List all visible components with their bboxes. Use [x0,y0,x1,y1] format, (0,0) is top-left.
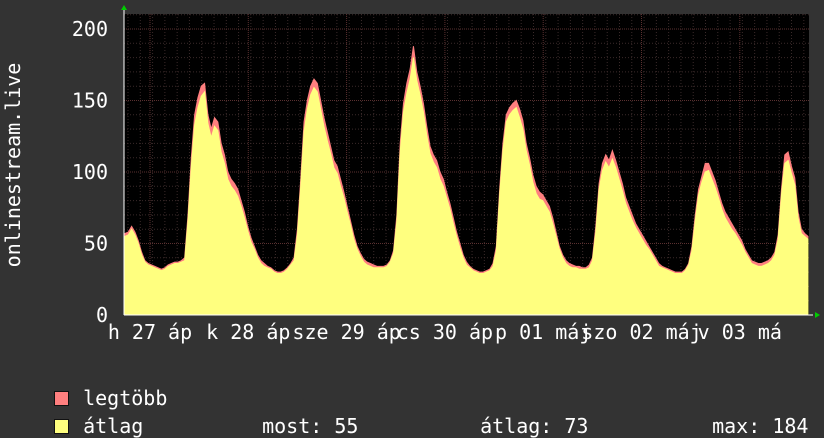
chart: 0 50 100 150 200 h 27 áp k 28 áp sze 29 ápcs 3… [1,5,820,344]
y-tick-label: 50 [84,232,108,256]
x-tick-label: cs 30 áp [397,320,493,344]
x-tick-label: h 27 áp [108,320,192,344]
x-tick-labels: h 27 áp k 28 áp sze 29 ápcs 30 áp p 01 májs… [108,320,782,344]
stat-average: átlag: 73 [456,390,588,438]
y-tick-label: 150 [72,89,108,113]
y-tick-label: 200 [72,17,108,41]
x-tick-label: k 28 áp [206,320,290,344]
x-tick-label: szo 02 máj [581,320,701,344]
x-tick-label: p 01 máj [495,320,591,344]
legend-item-avg: átlag [30,390,143,438]
stat-average-value: 73 [564,414,589,438]
stat-max-label: max: [712,414,761,438]
stat-max: max: 184 [688,390,808,438]
stat-average-label: átlag: [480,414,553,438]
y-tick-label: 100 [72,160,108,184]
stat-current: most: 55 [238,390,358,438]
stat-current-value: 55 [334,414,359,438]
legend-label-avg: átlag [83,414,144,438]
y-tick-labels: 0 50 100 150 200 [72,17,108,327]
x-tick-label: v 03 má [698,320,782,344]
y-axis-arrow [121,5,127,10]
x-tick-label: sze 29 áp [292,320,400,344]
x-axis-arrow [815,312,820,318]
stat-max-value: 184 [772,414,809,438]
y-tick-label: 0 [96,303,108,327]
stat-current-label: most: [262,414,323,438]
y-axis-label: onlinestream.live [1,63,25,268]
legend-swatch-avg [54,419,70,434]
